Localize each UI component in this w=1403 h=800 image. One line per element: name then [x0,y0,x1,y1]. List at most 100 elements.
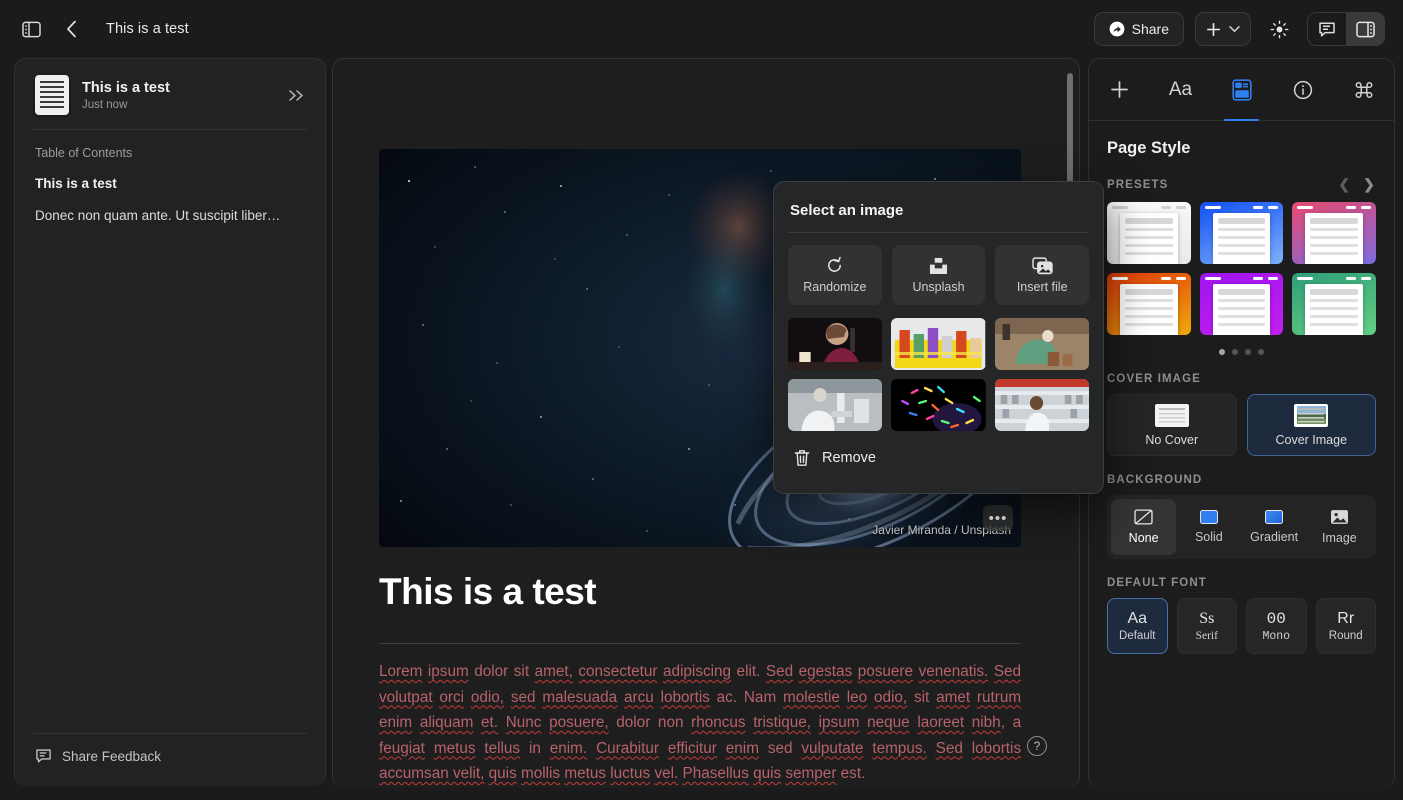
chevron-left-icon[interactable]: ❮ [1338,176,1351,193]
misspelled-word: sed [510,688,536,706]
back-chevron-left-icon[interactable] [56,14,86,44]
pagination-dot[interactable] [1245,349,1251,355]
comments-icon[interactable] [1308,13,1346,45]
background-none-option[interactable]: None [1111,499,1177,555]
body-text [659,740,668,757]
tab-add[interactable] [1089,59,1150,120]
background-gradient-option[interactable]: Gradient [1242,499,1307,555]
font-option-serif[interactable]: Ss Serif [1176,598,1237,654]
preset-card[interactable] [1199,202,1284,264]
insert-file-button[interactable]: Insert file [995,245,1090,305]
toc-item[interactable]: Donec non quam ante. Ut suscipit liber… [15,200,325,232]
misspelled-word: vel. [654,765,679,782]
preset-card[interactable] [1107,273,1191,335]
body-text [617,689,624,706]
pagination-dot[interactable] [1232,349,1238,355]
font-glyph: Ss [1199,610,1215,627]
document-body-paragraph[interactable]: Lorem ipsum dolor sit amet, consectetur … [379,659,1021,787]
preset-card[interactable] [1292,202,1376,264]
no-cover-label: No Cover [1145,432,1199,447]
pagination-dot[interactable] [1219,349,1225,355]
misspelled-word: tellus [484,739,521,757]
body-text [859,714,867,731]
body-text: sed [758,739,802,757]
font-option-default[interactable]: Aa Default [1107,598,1168,654]
body-text: sit [907,688,937,706]
add-button[interactable] [1195,12,1251,46]
randomize-button[interactable]: Randomize [788,245,882,305]
unsplash-label: Unsplash [912,279,965,294]
toolbar-left-group: This is a test [0,14,189,44]
trash-icon [794,449,810,467]
body-text [963,740,972,757]
background-options: None Solid Gradient Image [1107,495,1376,559]
no-cover-option[interactable]: No Cover [1107,394,1237,456]
double-chevron-right-icon[interactable] [284,85,309,106]
body-text [473,714,481,731]
font-label: Serif [1195,630,1218,642]
unsplash-button[interactable]: Unsplash [891,245,986,305]
sidebar-toggle-icon[interactable] [16,14,46,44]
misspelled-word: enim [379,714,413,731]
theme-sun-icon[interactable] [1262,12,1296,46]
toc-item[interactable]: This is a test [15,168,325,200]
default-font-label: DEFAULT FONT [1107,577,1207,589]
preset-card[interactable] [1107,202,1191,264]
font-option-round[interactable]: Rr Round [1315,598,1376,654]
preset-grid [1089,202,1394,335]
insert-file-label: Insert file [1016,279,1068,294]
misspelled-word: neque [867,714,910,731]
tab-text[interactable]: Aa [1150,59,1211,120]
background-solid-option[interactable]: Solid [1176,499,1241,555]
share-feedback-button[interactable]: Share Feedback [33,733,307,786]
misspelled-word: volutpat [379,688,433,706]
font-option-mono[interactable]: 00 Mono [1246,598,1307,654]
heading-rule [379,643,1021,644]
image-thumbnail[interactable] [891,318,986,370]
image-thumbnail[interactable] [994,379,1089,431]
image-thumbnail[interactable] [788,379,883,431]
plus-icon [1206,22,1221,37]
preset-card[interactable] [1292,273,1376,335]
remove-button[interactable]: Remove [788,431,1089,467]
chevron-right-icon[interactable]: ❯ [1363,176,1376,193]
cover-image-option[interactable]: Cover Image [1246,394,1376,456]
misspelled-word: feugiat [379,739,425,757]
chevron-down-icon [1229,25,1240,33]
tab-shortcuts[interactable] [1333,59,1394,120]
background-image-option[interactable]: Image [1307,499,1372,555]
body-text [717,740,726,757]
misspelled-word: Curabitur [596,739,659,757]
images-icon [1031,256,1053,275]
sidebar-doc-header[interactable]: This is a test Just now [15,59,325,129]
preset-card[interactable] [1199,273,1284,335]
tab-info[interactable] [1272,59,1333,120]
document-heading[interactable]: This is a test [379,571,597,613]
image-thumbnail[interactable] [994,318,1089,370]
tab-page-style[interactable] [1211,59,1272,121]
body-text [927,740,936,757]
toc-list: This is a test Donec non quam ante. Ut s… [15,168,325,232]
page-title: This is a test [106,21,189,37]
body-text: , a [1000,714,1022,731]
body-text: in [520,739,550,757]
panel-right-icon[interactable] [1346,13,1384,45]
pagination-dot[interactable] [1258,349,1264,355]
comment-icon [35,748,52,764]
body-text [654,689,661,706]
help-icon[interactable]: ? [1027,736,1047,756]
refresh-icon [825,256,844,275]
image-thumbnail[interactable] [891,379,986,431]
randomize-label: Randomize [803,280,867,294]
image-thumbnail[interactable] [788,318,883,370]
body-text [867,689,874,706]
plus-icon [1110,80,1129,99]
misspelled-word: Nunc [505,714,542,731]
text-format-icon: Aa [1168,78,1193,100]
misspelled-word: metus [433,739,476,757]
cover-image-label-text: Cover Image [1275,432,1348,447]
none-icon [1134,509,1153,525]
cover-more-button[interactable]: ••• [983,505,1013,531]
sidebar-doc-title: This is a test [82,79,170,96]
share-button[interactable]: Share [1093,12,1184,46]
